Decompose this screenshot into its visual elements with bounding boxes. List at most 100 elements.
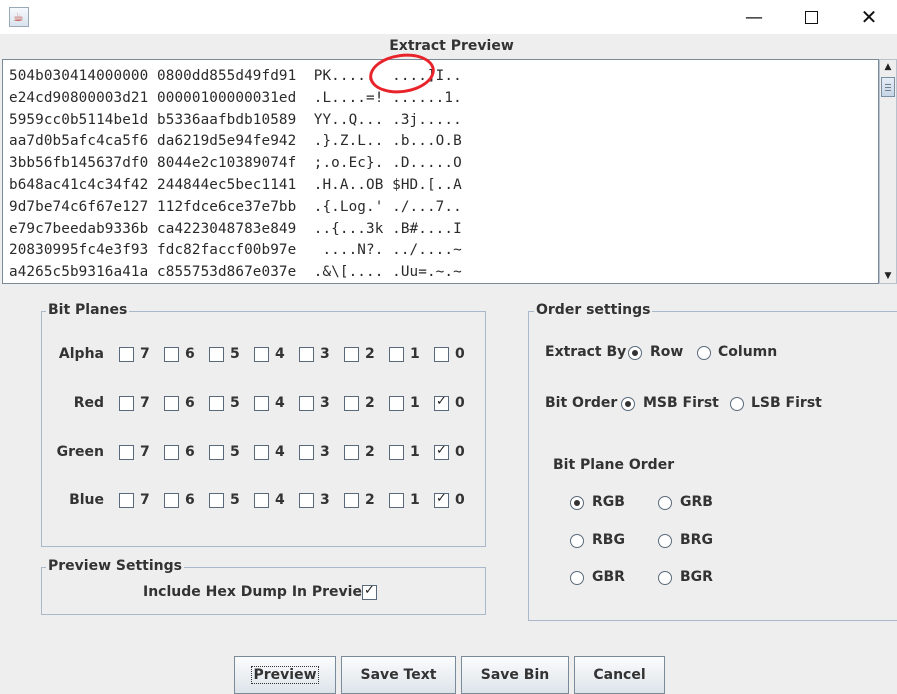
extract-by-row-radio[interactable] [628, 346, 642, 360]
order-brg-radio[interactable] [658, 534, 672, 548]
bit-label: 4 [275, 395, 285, 411]
bit-checkbox-blue-4[interactable] [254, 493, 269, 508]
bit-label: 6 [185, 346, 195, 362]
bit-checkbox-red-0[interactable]: ✓ [434, 396, 449, 411]
include-hex-dump-label: Include Hex Dump In Preview [143, 584, 375, 600]
bit-label: 6 [185, 395, 195, 411]
bit-checkbox-green-2[interactable] [344, 445, 359, 460]
bit-checkbox-green-0[interactable]: ✓ [434, 445, 449, 460]
checkmark-icon: ✓ [436, 443, 447, 458]
scroll-up-icon[interactable]: ▲ [880, 60, 896, 74]
order-brg-label[interactable]: BRG [680, 532, 713, 548]
scroll-thumb[interactable] [881, 77, 895, 97]
bit-checkbox-green-6[interactable] [164, 445, 179, 460]
msb-first-label[interactable]: MSB First [643, 395, 719, 411]
lsb-first-radio[interactable] [730, 397, 744, 411]
bit-checkbox-green-3[interactable] [299, 445, 314, 460]
hex-dump-line: 20830995fc4e3f93 fdc82faccf00b97e ....N?… [9, 240, 462, 262]
order-grb-label[interactable]: GRB [680, 494, 713, 510]
bit-checkbox-alpha-0[interactable] [434, 347, 449, 362]
bit-label: 5 [230, 492, 240, 508]
bit-checkbox-blue-5[interactable] [209, 493, 224, 508]
bit-label: 5 [230, 346, 240, 362]
radio-selected-dot [632, 350, 638, 356]
maximize-icon [805, 11, 818, 24]
bit-checkbox-green-1[interactable] [389, 445, 404, 460]
hex-dump-line: a4265c5b9316a41a c855753d867e037e .&\[..… [9, 262, 462, 284]
bit-checkbox-alpha-1[interactable] [389, 347, 404, 362]
lsb-first-label[interactable]: LSB First [751, 395, 822, 411]
bit-label: 3 [320, 444, 330, 460]
bit-label: 4 [275, 346, 285, 362]
bit-checkbox-red-6[interactable] [164, 396, 179, 411]
bit-checkbox-alpha-6[interactable] [164, 347, 179, 362]
order-bgr-label[interactable]: BGR [680, 569, 713, 585]
order-grb-radio[interactable] [658, 496, 672, 510]
bit-label: 6 [185, 492, 195, 508]
bit-checkbox-green-7[interactable] [119, 445, 134, 460]
extract-preview-area[interactable]: 504b030414000000 0800dd855d49fd91 PK....… [2, 59, 879, 284]
save-text-button-label: Save Text [361, 667, 437, 683]
bit-checkbox-blue-7[interactable] [119, 493, 134, 508]
window-titlebar: ☕ — ✕ [0, 0, 897, 34]
extract-by-row-label[interactable]: Row [650, 344, 683, 360]
save-text-button[interactable]: Save Text [341, 656, 456, 694]
bit-checkbox-red-5[interactable] [209, 396, 224, 411]
close-button[interactable]: ✕ [840, 0, 897, 34]
preview-scrollbar[interactable]: ▲ ▼ [879, 59, 897, 284]
radio-selected-dot [574, 500, 580, 506]
bit-checkbox-red-7[interactable] [119, 396, 134, 411]
bit-checkbox-alpha-7[interactable] [119, 347, 134, 362]
bit-label: 0 [455, 395, 465, 411]
bit-checkbox-red-4[interactable] [254, 396, 269, 411]
order-rgb-radio[interactable] [570, 496, 584, 510]
preview-button[interactable]: Preview [234, 656, 336, 694]
include-hex-dump-checkbox[interactable]: ✓ [362, 585, 377, 600]
bit-checkbox-blue-3[interactable] [299, 493, 314, 508]
bit-checkbox-blue-2[interactable] [344, 493, 359, 508]
msb-first-radio[interactable] [621, 397, 635, 411]
hex-dump-line: e79c7beedab9336b ca4223048783e849 ..{...… [9, 219, 462, 241]
checkmark-icon: ✓ [436, 491, 447, 506]
bit-plane-row-label-red: Red [34, 395, 104, 411]
checkmark-icon: ✓ [364, 583, 375, 598]
bit-label: 4 [275, 444, 285, 460]
bit-checkbox-red-1[interactable] [389, 396, 404, 411]
bit-checkbox-green-4[interactable] [254, 445, 269, 460]
order-bgr-radio[interactable] [658, 571, 672, 585]
cancel-button[interactable]: Cancel [574, 656, 665, 694]
save-bin-button[interactable]: Save Bin [461, 656, 569, 694]
minimize-icon: — [745, 7, 763, 28]
bit-checkbox-blue-6[interactable] [164, 493, 179, 508]
bit-checkbox-red-3[interactable] [299, 396, 314, 411]
maximize-button[interactable] [782, 0, 840, 34]
bit-checkbox-blue-1[interactable] [389, 493, 404, 508]
java-cup-icon: ☕ [9, 7, 29, 27]
minimize-button[interactable]: — [725, 0, 783, 34]
bit-checkbox-alpha-4[interactable] [254, 347, 269, 362]
bit-label: 3 [320, 492, 330, 508]
extract-by-column-radio[interactable] [697, 346, 711, 360]
bit-checkbox-alpha-3[interactable] [299, 347, 314, 362]
bit-label: 3 [320, 395, 330, 411]
order-gbr-radio[interactable] [570, 571, 584, 585]
bit-checkbox-alpha-5[interactable] [209, 347, 224, 362]
scroll-down-icon[interactable]: ▼ [880, 269, 896, 283]
bit-checkbox-blue-0[interactable]: ✓ [434, 493, 449, 508]
order-rbg-radio[interactable] [570, 534, 584, 548]
hex-dump-line: b648ac41c4c34f42 244844ec5bec1141 .H.A..… [9, 175, 462, 197]
order-rgb-label[interactable]: RGB [592, 494, 625, 510]
extract-by-column-label[interactable]: Column [718, 344, 777, 360]
extract-by-label: Extract By [545, 344, 626, 360]
order-gbr-label[interactable]: GBR [592, 569, 625, 585]
bit-label: 7 [140, 492, 150, 508]
hex-dump-line: 9d7be74c6f67e127 112fdce6ce37e7bb .{.Log… [9, 197, 462, 219]
bit-label: 0 [455, 492, 465, 508]
bit-label: 1 [410, 444, 420, 460]
order-rbg-label[interactable]: RBG [592, 532, 625, 548]
bit-label: 1 [410, 395, 420, 411]
bit-plane-row-label-alpha: Alpha [34, 346, 104, 362]
bit-checkbox-red-2[interactable] [344, 396, 359, 411]
bit-checkbox-green-5[interactable] [209, 445, 224, 460]
bit-checkbox-alpha-2[interactable] [344, 347, 359, 362]
